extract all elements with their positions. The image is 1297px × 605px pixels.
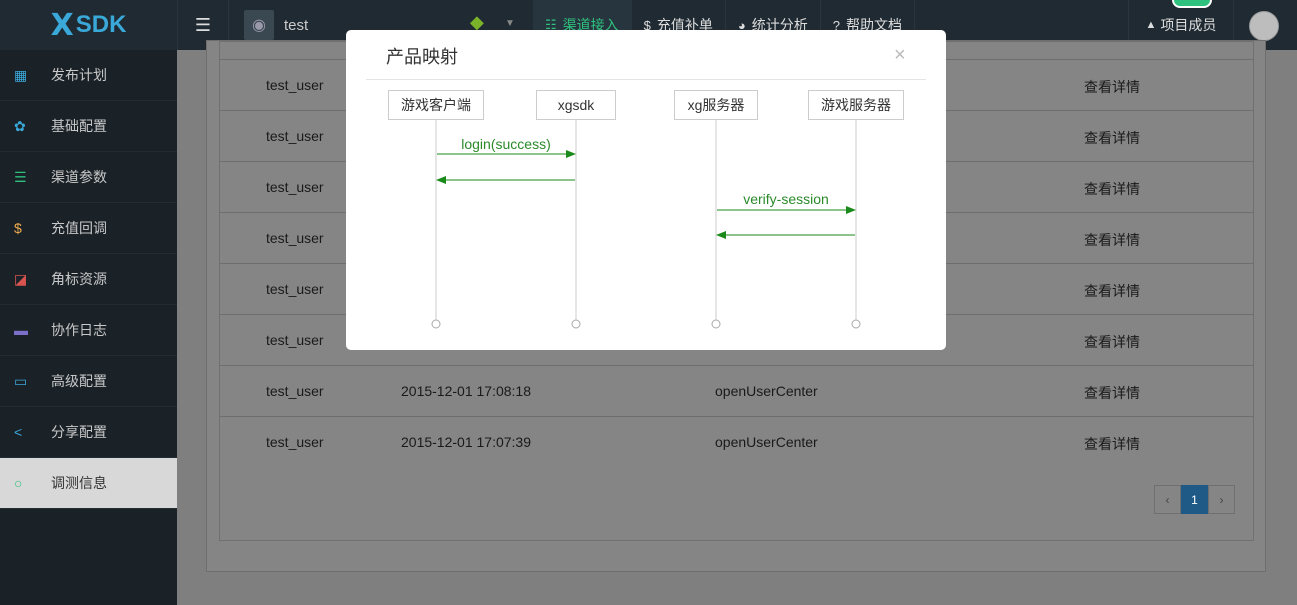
sidebar-item[interactable]: ▦ 发布计划 — [0, 50, 177, 101]
status-indicator — [1172, 0, 1212, 8]
sidebar-item[interactable]: $ 充值回调 — [0, 203, 177, 254]
sidebar-item[interactable]: ✿ 基础配置 — [0, 101, 177, 152]
user-cell: test_user — [266, 434, 324, 450]
lifeline-end — [851, 319, 861, 329]
actor-box: xgsdk — [536, 90, 616, 120]
user-cell: test_user — [266, 383, 324, 399]
sidebar-item[interactable]: ☰ 渠道参数 — [0, 152, 177, 203]
sidebar-icon: ▭ — [14, 372, 28, 389]
sidebar-item[interactable]: ▬ 协作日志 — [0, 305, 177, 356]
sidebar-item-label: 基础配置 — [51, 118, 107, 134]
action-cell: openUserCenter — [715, 383, 818, 399]
sidebar-icon: ◪ — [14, 270, 28, 287]
project-selector[interactable]: ◉ test — [244, 10, 308, 40]
pagination-prev[interactable]: ‹ — [1154, 485, 1181, 514]
logo-mark: X — [50, 7, 74, 43]
actor-box: 游戏客户端 — [388, 90, 484, 120]
view-details-link[interactable]: 查看详情 — [1084, 77, 1140, 97]
avatar[interactable] — [1249, 11, 1279, 41]
pagination: ‹ 1 › — [1154, 485, 1235, 514]
view-details-link[interactable]: 查看详情 — [1084, 332, 1140, 352]
sidebar-item-label: 充值回调 — [51, 220, 107, 236]
members-label: 项目成员 — [1160, 17, 1217, 33]
user-cell: test_user — [266, 332, 324, 348]
sidebar-icon: ▦ — [14, 66, 28, 83]
pagination-page-1[interactable]: 1 — [1181, 485, 1208, 514]
chevron-down-icon[interactable]: ▼ — [505, 18, 515, 29]
view-details-link[interactable]: 查看详情 — [1084, 128, 1140, 148]
lifeline-end — [571, 319, 581, 329]
sidebar: ▦ 发布计划 ✿ 基础配置 ☰ 渠道参数 $ 充值回调 ◪ 角标资源 ▬ 协作日志 ▭ 高级配置 < 分享配置… — [0, 50, 177, 605]
view-details-link[interactable]: 查看详情 — [1084, 230, 1140, 250]
sidebar-item[interactable]: < 分享配置 — [0, 407, 177, 458]
gamepad-icon: ◉ — [244, 10, 274, 40]
sidebar-item[interactable]: ▭ 高级配置 — [0, 356, 177, 407]
sidebar-icon: ✿ — [14, 117, 26, 134]
sequence-diagram — [431, 120, 861, 329]
sidebar-icon: < — [14, 424, 23, 440]
action-cell: openUserCenter — [715, 434, 818, 450]
users-icon: ▲ — [1145, 19, 1157, 31]
view-details-link[interactable]: 查看详情 — [1084, 434, 1140, 454]
message-label: verify-session — [743, 191, 829, 207]
logo-text: SDK — [75, 11, 127, 38]
sidebar-icon: ☰ — [14, 168, 27, 185]
xgsdk-logo[interactable]: X SDK — [0, 0, 177, 50]
project-name: test — [284, 16, 309, 34]
sidebar-item-label: 协作日志 — [51, 322, 107, 338]
sidebar-item[interactable]: ○ 调测信息 — [0, 458, 177, 509]
user-cell: test_user — [266, 230, 324, 246]
sidebar-item-label: 渠道参数 — [51, 169, 107, 185]
user-cell: test_user — [266, 281, 324, 297]
message-label: login(success) — [461, 136, 551, 152]
user-cell: test_user — [266, 128, 324, 144]
time-cell: 2015-12-01 17:07:39 — [401, 434, 531, 450]
sidebar-item-label: 高级配置 — [51, 373, 107, 389]
sidebar-item[interactable]: ◪ 角标资源 — [0, 254, 177, 305]
view-details-link[interactable]: 查看详情 — [1084, 383, 1140, 403]
sidebar-item-label: 分享配置 — [51, 424, 107, 440]
sidebar-icon: $ — [14, 220, 22, 236]
sidebar-item-label: 发布计划 — [51, 67, 107, 83]
sidebar-item-label: 调测信息 — [51, 475, 107, 491]
sidebar-icon: ○ — [14, 475, 23, 491]
lifeline-end — [711, 319, 721, 329]
view-details-link[interactable]: 查看详情 — [1084, 281, 1140, 301]
table-row: test_user 2015-12-01 17:08:18 openUserCent… — [220, 365, 1253, 416]
sidebar-item-label: 角标资源 — [51, 271, 107, 287]
user-cell: test_user — [266, 179, 324, 195]
actor-box: 游戏服务器 — [808, 90, 904, 120]
view-details-link[interactable]: 查看详情 — [1084, 179, 1140, 199]
pagination-next[interactable]: › — [1208, 485, 1235, 514]
table-row: test_user 2015-12-01 17:07:39 openUserCent… — [220, 416, 1253, 467]
product-mapping-modal: 产品映射 × 游戏客户端 xgsdk xg服务器 游戏服务器 login(succes… — [346, 30, 946, 350]
lifeline-end — [431, 319, 441, 329]
sidebar-icon: ▬ — [14, 322, 28, 338]
time-cell: 2015-12-01 17:08:18 — [401, 383, 531, 399]
user-cell: test_user — [266, 77, 324, 93]
actor-box: xg服务器 — [674, 90, 758, 120]
